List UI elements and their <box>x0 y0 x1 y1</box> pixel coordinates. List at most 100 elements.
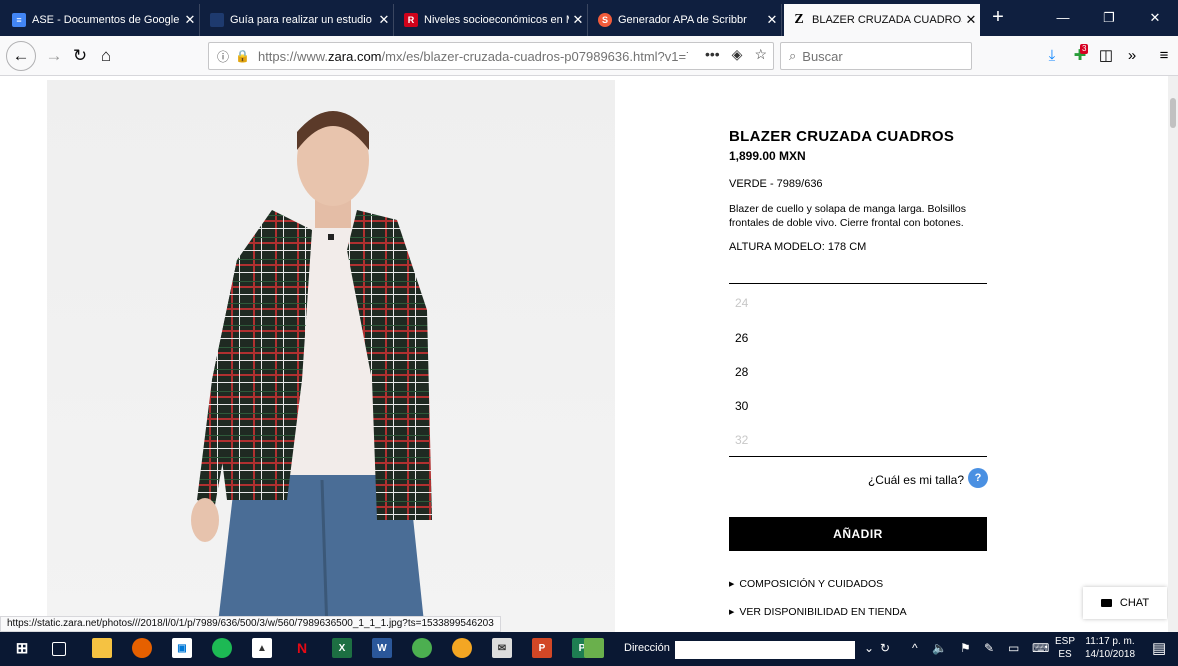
product-color: VERDE - 7989/636 <box>729 178 823 190</box>
zara-icon: Z <box>794 12 804 27</box>
overflow-menu-icon[interactable]: » <box>1120 42 1144 70</box>
scrollbar-thumb[interactable] <box>1170 98 1176 128</box>
notification-badge: 3 <box>1080 44 1089 54</box>
chat-bubble-icon <box>1100 599 1112 607</box>
photos-icon[interactable]: ▲ <box>252 638 272 658</box>
close-window-icon[interactable]: ✕ <box>1132 0 1178 36</box>
notifications-icon[interactable]: ▤ <box>1152 639 1166 657</box>
product-description: Blazer de cuello y solapa de manga larga… <box>729 203 966 229</box>
close-tab-icon[interactable]: ✕ <box>962 12 980 28</box>
keyboard-icon[interactable]: ⌨ <box>1032 641 1049 655</box>
size-list-divider <box>729 456 987 457</box>
spotify-icon[interactable] <box>212 638 232 658</box>
extension-icon[interactable]: ✚ 3 <box>1068 42 1092 70</box>
battery-icon[interactable]: ▭ <box>1008 641 1019 655</box>
system-clock[interactable]: 11:17 p. m. 14/10/2018 <box>1085 635 1135 661</box>
tab-niveles[interactable]: R Niveles socioeconómicos en M ✕ <box>396 4 588 36</box>
pen-icon[interactable]: ✎ <box>984 641 994 655</box>
close-tab-icon[interactable]: ✕ <box>569 12 587 28</box>
powerpoint-icon[interactable]: P <box>532 638 552 658</box>
minimize-icon[interactable]: — <box>1040 0 1086 36</box>
windows-taskbar: ⊞ ▣ ▲ N X W ✉ P P Dirección ⌄ ↻ ^ 🔈 ⚑ ✎ … <box>0 632 1178 666</box>
size-option: 32 <box>735 433 749 447</box>
help-icon[interactable]: ? <box>968 468 988 488</box>
windows-start-icon[interactable]: ⊞ <box>12 638 32 658</box>
tab-label: ASE - Documentos de Google <box>32 14 180 26</box>
pocket-icon[interactable]: ◈ <box>732 46 743 63</box>
show-hidden-icons-icon[interactable]: ^ <box>912 641 918 655</box>
downloads-icon[interactable]: ⤓ <box>1040 42 1064 70</box>
status-bar-url: https://static.zara.net/photos///2018/l/… <box>0 616 501 632</box>
size-option[interactable]: 26 <box>735 331 748 345</box>
excel-icon[interactable]: X <box>332 638 352 658</box>
globe-icon <box>210 13 224 27</box>
url-bar[interactable]: ⓘ 🔒 https://www.zara.com/mx/es/blazer-cr… <box>208 42 774 70</box>
tab-label: BLAZER CRUZADA CUADROS <box>812 14 962 26</box>
store-icon[interactable]: ▣ <box>172 638 192 658</box>
forward-button[interactable]: → <box>40 42 68 70</box>
file-explorer-icon[interactable] <box>92 638 112 658</box>
address-toolbar-label: Dirección <box>624 642 670 654</box>
volume-icon[interactable]: 🔈 <box>932 641 947 655</box>
page-actions-icon[interactable]: ••• <box>705 46 720 63</box>
product-title: BLAZER CRUZADA CUADROS <box>729 128 955 145</box>
scribbr-icon: S <box>598 13 612 27</box>
cloud-icon[interactable] <box>452 638 472 658</box>
composition-accordion[interactable]: ▶ COMPOSICIÓN Y CUIDADOS <box>729 578 883 590</box>
tab-label: Guía para realizar un estudio de <box>230 14 375 26</box>
netflix-icon[interactable]: N <box>292 638 312 658</box>
close-tab-icon[interactable]: ✕ <box>181 12 199 28</box>
size-option[interactable]: 30 <box>735 399 748 413</box>
bookmark-star-icon[interactable]: ☆ <box>754 46 767 63</box>
tab-label: Generador APA de Scribbr <box>618 14 747 26</box>
dropdown-icon[interactable]: ⌄ <box>864 641 874 655</box>
page-content: BLAZER CRUZADA CUADROS 1,899.00 MXN VERD… <box>0 76 1168 632</box>
info-icon[interactable]: ⓘ <box>217 48 229 65</box>
reload-button[interactable]: ↻ <box>66 42 94 70</box>
tab-scribbr[interactable]: S Generador APA de Scribbr ✕ <box>590 4 782 36</box>
r-logo-icon: R <box>404 13 418 27</box>
page-scrollbar[interactable] <box>1168 76 1178 632</box>
close-tab-icon[interactable]: ✕ <box>375 12 393 28</box>
url-text[interactable]: https://www.zara.com/mx/es/blazer-cruzad… <box>258 49 688 64</box>
chrome-icon[interactable] <box>412 638 432 658</box>
address-toolbar-input[interactable] <box>675 641 855 659</box>
mail-icon[interactable]: ✉ <box>492 638 512 658</box>
chat-button[interactable]: CHAT <box>1083 587 1167 619</box>
search-icon: ⌕ <box>789 48 797 63</box>
size-option: 24 <box>735 296 749 310</box>
tab-label: Niveles socioeconómicos en M <box>424 14 569 26</box>
tab-guia[interactable]: Guía para realizar un estudio de ✕ <box>202 4 394 36</box>
triangle-right-icon: ▶ <box>729 609 735 616</box>
network-icon[interactable]: ⚑ <box>960 641 971 655</box>
restore-icon[interactable]: ❐ <box>1086 0 1132 36</box>
model-height: ALTURA MODELO: 178 CM <box>729 241 867 253</box>
product-image[interactable] <box>47 80 615 632</box>
close-tab-icon[interactable]: ✕ <box>763 12 781 28</box>
tab-zara[interactable]: Z BLAZER CRUZADA CUADROS ✕ <box>784 4 980 36</box>
refresh-icon[interactable]: ↻ <box>880 641 890 655</box>
word-icon[interactable]: W <box>372 638 392 658</box>
home-button[interactable]: ⌂ <box>92 42 120 70</box>
language-indicator[interactable]: ESP ES <box>1055 635 1075 661</box>
paint-icon[interactable] <box>584 638 604 658</box>
size-option[interactable]: 28 <box>735 365 748 379</box>
back-button[interactable]: ← <box>6 41 36 71</box>
add-to-cart-button[interactable]: AÑADIR <box>729 517 987 551</box>
lock-icon[interactable]: 🔒 <box>235 49 250 63</box>
tab-google-docs[interactable]: ≡ ASE - Documentos de Google ✕ <box>4 4 200 36</box>
new-tab-button[interactable]: + <box>984 4 1012 32</box>
size-guide-link[interactable]: ¿Cuál es mi talla? <box>868 473 964 487</box>
navigation-toolbar: ← → ↻ ⌂ ⓘ 🔒 https://www.zara.com/mx/es/b… <box>0 36 1178 76</box>
size-list-divider <box>729 283 987 284</box>
product-price: 1,899.00 MXN <box>729 149 806 163</box>
task-view-icon[interactable] <box>52 642 66 656</box>
google-docs-icon: ≡ <box>12 13 26 27</box>
firefox-icon[interactable] <box>132 638 152 658</box>
model-photo <box>191 111 432 632</box>
sidebar-icon[interactable]: ◫ <box>1094 42 1118 70</box>
tab-strip: ≡ ASE - Documentos de Google ✕ Guía para… <box>0 0 1178 36</box>
hamburger-menu-icon[interactable]: ≡ <box>1152 42 1176 70</box>
store-availability-accordion[interactable]: ▶ VER DISPONIBILIDAD EN TIENDA <box>729 606 907 618</box>
search-input[interactable]: ⌕ Buscar <box>780 42 972 70</box>
